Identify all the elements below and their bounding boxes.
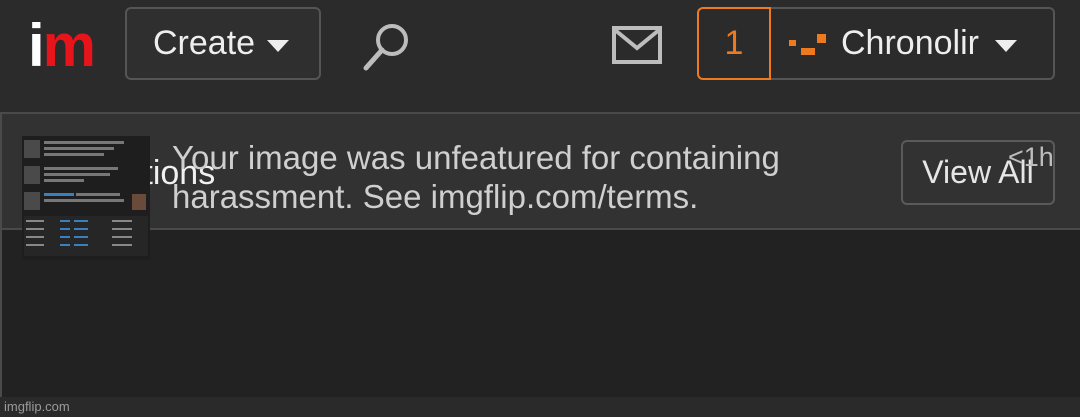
footer: imgflip.com — [0, 397, 1080, 417]
user-menu-button[interactable]: Chronolir — [771, 7, 1055, 80]
notification-count-button[interactable]: 1 — [697, 7, 771, 80]
logo-letter-m: m — [42, 12, 96, 79]
caret-down-icon — [994, 39, 1017, 52]
notification-text[interactable]: Your image was unfeatured for containing… — [172, 138, 932, 216]
username: Chronolir — [841, 24, 979, 62]
notification-item[interactable] — [0, 230, 1080, 398]
imgflip-logo[interactable]: im — [28, 16, 96, 76]
user-avatar-icon — [787, 32, 827, 56]
create-button[interactable]: Create — [125, 7, 321, 80]
watermark: imgflip.com — [4, 399, 70, 414]
caret-down-icon — [267, 39, 290, 52]
mail-icon[interactable] — [612, 26, 662, 64]
notification-count: 1 — [724, 24, 744, 62]
top-navigation-bar: im Create 1 Chronolir — [0, 0, 1080, 96]
notification-thumbnail — [22, 136, 150, 260]
logo-letter-i: i — [28, 12, 45, 79]
notification-time: <1h — [1008, 142, 1054, 172]
search-icon[interactable] — [360, 20, 414, 74]
create-button-label: Create — [153, 24, 256, 62]
